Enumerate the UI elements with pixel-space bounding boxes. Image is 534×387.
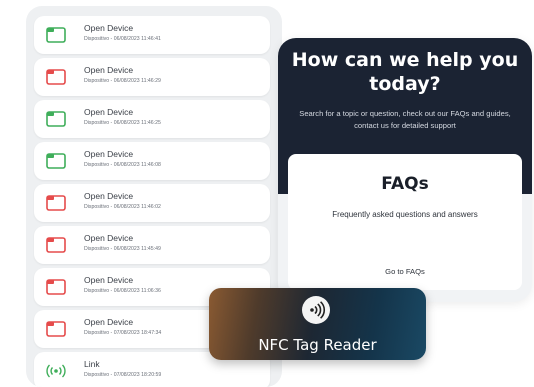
log-item-open-device[interactable]: Open Device Dispositivo - 06/08/2023 11:… [34,142,270,180]
device-green-icon [46,153,66,169]
device-red-icon [46,195,66,211]
device-red-icon [46,237,66,253]
log-item-subtitle: Dispositivo - 06/08/2023 11:46:25 [84,120,161,126]
log-item-title: Open Device [84,23,134,33]
log-item-subtitle: Dispositivo - 06/08/2023 11:46:29 [84,78,161,84]
log-item-title: Open Device [84,191,134,201]
faq-title: FAQs [381,174,429,194]
help-heading-line1: How can we help you [291,49,519,71]
log-item-title: Open Device [84,233,134,243]
go-to-faqs-link[interactable]: Go to FAQs [288,267,522,276]
log-item-title: Open Device [84,275,134,285]
log-item-subtitle: Dispositivo - 06/08/2023 11:46:08 [84,162,161,168]
nfc-icon [302,296,330,324]
log-item-title: Open Device [84,65,134,75]
log-item-open-device[interactable]: Open Device Dispositivo - 06/08/2023 11:… [34,184,270,222]
log-item-open-device[interactable]: Open Device Dispositivo - 06/08/2023 11:… [34,100,270,138]
device-red-icon [46,279,66,295]
faq-description: Frequently asked questions and answers [332,210,478,219]
log-item-title: Open Device [84,317,134,327]
log-item-open-device[interactable]: Open Device Dispositivo - 06/08/2023 11:… [34,58,270,96]
log-item-subtitle: Dispositivo - 07/08/2023 18:47:34 [84,330,162,336]
log-item-subtitle: Dispositivo - 06/08/2023 11:45:49 [84,246,161,252]
log-item-subtitle: Dispositivo - 06/08/2023 11:46:02 [84,204,161,210]
device-red-icon [46,69,66,85]
nfc-tag-reader-badge[interactable]: NFC Tag Reader [209,288,426,360]
log-item-subtitle: Dispositivo - 06/08/2023 11:06:36 [84,288,161,294]
device-red-icon [46,321,66,337]
log-item-subtitle: Dispositivo - 06/08/2023 11:46:41 [84,36,161,42]
log-item-title: Open Device [84,107,134,117]
log-item-subtitle: Dispositivo - 07/08/2023 18:20:59 [84,372,162,378]
log-item-title: Open Device [84,149,134,159]
device-green-icon [46,27,66,43]
log-item-open-device[interactable]: Open Device Dispositivo - 06/08/2023 11:… [34,16,270,54]
log-item-open-device[interactable]: Open Device Dispositivo - 06/08/2023 11:… [34,226,270,264]
help-center-card: How can we help you today? Search for a … [278,38,532,302]
log-item-title: Link [84,359,100,369]
help-heading-line2: today? [369,73,441,95]
device-green-icon [46,111,66,127]
help-heading: How can we help you today? [278,48,532,96]
faq-card[interactable]: FAQs Frequently asked questions and answ… [288,154,522,290]
help-description: Search for a topic or question, check ou… [299,109,511,130]
nfc-tag-reader-label: NFC Tag Reader [258,336,377,354]
nfc-signal-icon [46,364,66,378]
